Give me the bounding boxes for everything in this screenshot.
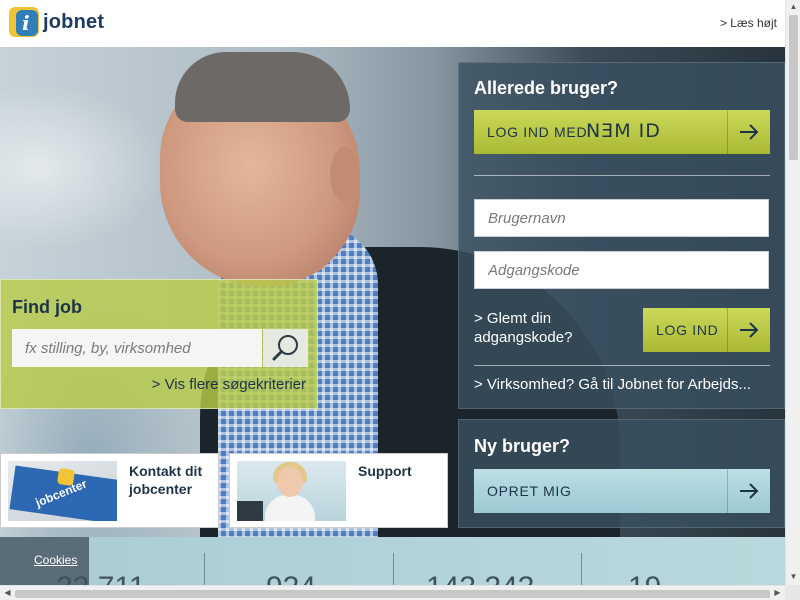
support-card[interactable]: Support (229, 453, 448, 528)
arrow-right-icon (727, 469, 770, 513)
support-thumbnail (237, 461, 346, 521)
arrow-right-icon (727, 308, 770, 352)
header: i jobnet > Læs højt (0, 0, 785, 47)
arrow-right-icon (727, 110, 770, 154)
nemid-login-button[interactable]: LOG IND MED NƎM ID (474, 110, 770, 154)
company-jobnet-link[interactable]: > Virksomhed? Gå til Jobnet for Arbejds.… (474, 376, 751, 393)
create-account-label: OPRET MIG (487, 483, 572, 499)
nemid-button-label: LOG IND MED (487, 124, 588, 140)
password-field[interactable] (474, 251, 769, 289)
scrollbar-corner (785, 585, 800, 600)
jobcenter-badge-icon (56, 467, 76, 487)
stat-value: 22.711 (56, 571, 146, 585)
contact-jobcenter-card[interactable]: jobcenter Kontakt dit jobcenter (0, 453, 219, 528)
login-panel: Allerede bruger? LOG IND MED NƎM ID > Gl… (458, 62, 785, 409)
logo-badge-icon: i (9, 7, 39, 37)
logo-text: jobnet (43, 10, 105, 33)
read-aloud-link[interactable]: > Læs højt (720, 16, 777, 30)
login-panel-title: Allerede bruger? (474, 78, 619, 98)
company-divider (474, 365, 770, 366)
find-job-panel: Find job > Vis flere søgekriterier (0, 279, 318, 409)
contact-jobcenter-label: Kontakt dit jobcenter (129, 463, 203, 497)
stat-divider (393, 553, 394, 585)
stat-value: 19 (628, 571, 661, 585)
stat-value: 143.243 (426, 571, 534, 585)
hero-person-hair (175, 52, 350, 122)
new-user-title: Ny bruger? (474, 436, 571, 456)
create-account-button[interactable]: OPRET MIG (474, 469, 770, 513)
support-label: Support (358, 463, 412, 479)
login-button[interactable]: LOG IND (643, 308, 770, 352)
scroll-left-icon[interactable]: ◀ (0, 588, 15, 597)
scroll-right-icon[interactable]: ▶ (770, 588, 785, 597)
stat-divider (204, 553, 205, 585)
job-search-input[interactable] (12, 329, 262, 367)
hero-person-ear (330, 147, 360, 202)
horizontal-scroll-thumb[interactable] (15, 590, 770, 598)
scroll-down-icon[interactable]: ▼ (786, 572, 800, 581)
find-job-title: Find job (12, 297, 82, 317)
support-person-body (265, 495, 315, 521)
login-divider (474, 175, 770, 176)
search-icon (272, 335, 298, 361)
vertical-scrollbar[interactable]: ▲ ▼ (785, 0, 800, 585)
support-screen (237, 501, 263, 521)
nemid-logo: NƎM ID (586, 120, 661, 142)
login-button-label: LOG IND (656, 322, 719, 338)
jobnet-logo[interactable]: i jobnet (9, 7, 104, 37)
support-person-head (277, 467, 303, 497)
stat-value: 924 (266, 571, 316, 585)
forgot-password-link[interactable]: > Glemt din adgangskode? (474, 309, 624, 347)
stats-strip: Cookies 22.711 924 143.243 19 (0, 537, 785, 585)
scroll-up-icon[interactable]: ▲ (786, 2, 800, 11)
horizontal-scrollbar[interactable]: ◀ ▶ (0, 585, 785, 600)
search-button[interactable] (263, 329, 308, 367)
vertical-scroll-thumb[interactable] (789, 15, 798, 160)
new-user-panel: Ny bruger? OPRET MIG (458, 419, 785, 528)
username-field[interactable] (474, 199, 769, 237)
jobcenter-thumbnail: jobcenter (8, 461, 117, 521)
more-search-criteria-link[interactable]: > Vis flere søgekriterier (152, 376, 306, 393)
cookies-link[interactable]: Cookies (34, 553, 77, 567)
stat-divider (581, 553, 582, 585)
